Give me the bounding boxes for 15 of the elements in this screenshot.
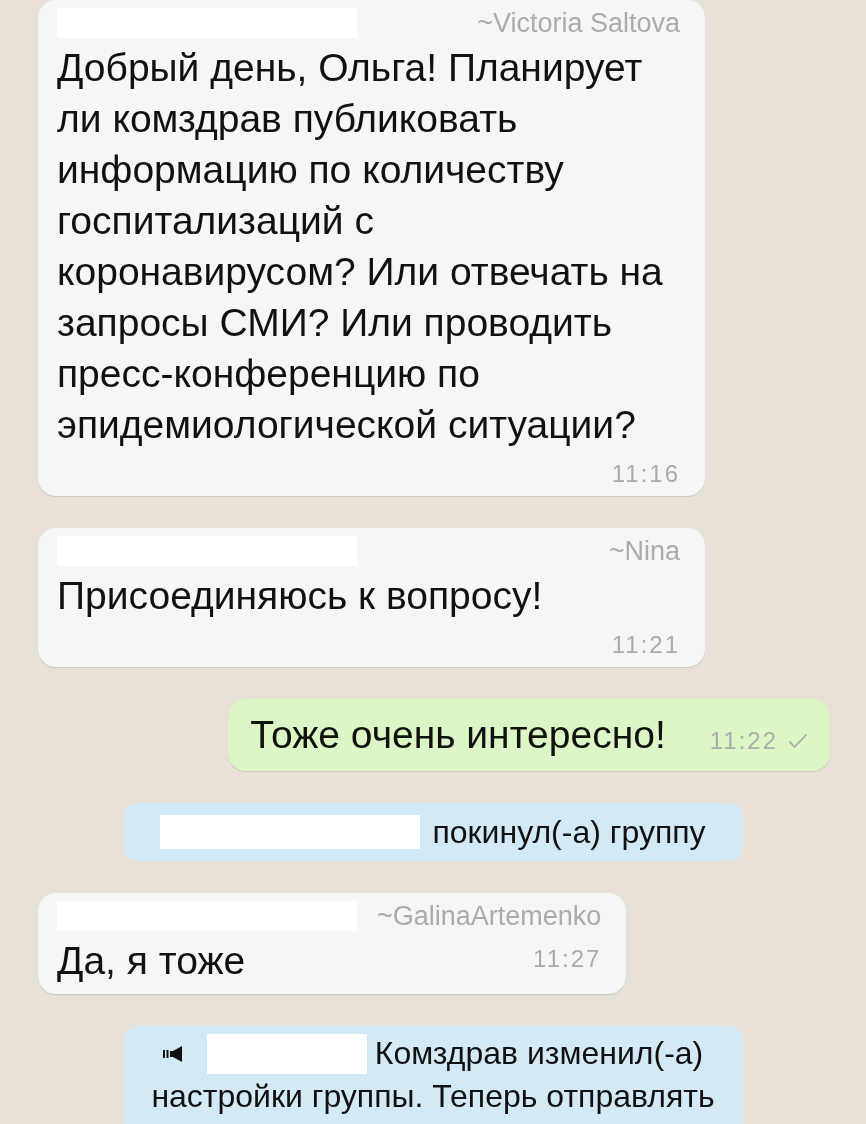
message-time: 11:16 [611, 460, 680, 488]
message-text: Да, я тоже [57, 939, 246, 982]
sender-name: ~Nina [608, 536, 680, 566]
megaphone-icon [162, 1045, 183, 1062]
message-time: 11:21 [611, 631, 680, 659]
notice-text: Комздрав изменил(-а) [374, 1034, 704, 1073]
message-text: Тоже очень интересно! [250, 713, 666, 756]
notice-text: настройки группы. Теперь отправлять [151, 1077, 715, 1116]
message-text: Присоединяюсь к вопросу! [57, 574, 543, 617]
notice-text: покинул(-а) группу [432, 813, 706, 851]
sender-name: ~Victoria Saltova [477, 8, 680, 38]
message-time: 11:27 [533, 945, 602, 973]
sender-name: ~GalinaArtemenko [377, 901, 602, 931]
message-time: 11:22 [709, 727, 778, 755]
message-text: Добрый день, Ольга! Планирует ли комздрав публиковать информацию по количеству госпитализаций с коронавирусом? Или отвечать на запросы СМИ? Или проводить пресс-конференцию по эпидемиологической ситуации? [57, 46, 663, 446]
